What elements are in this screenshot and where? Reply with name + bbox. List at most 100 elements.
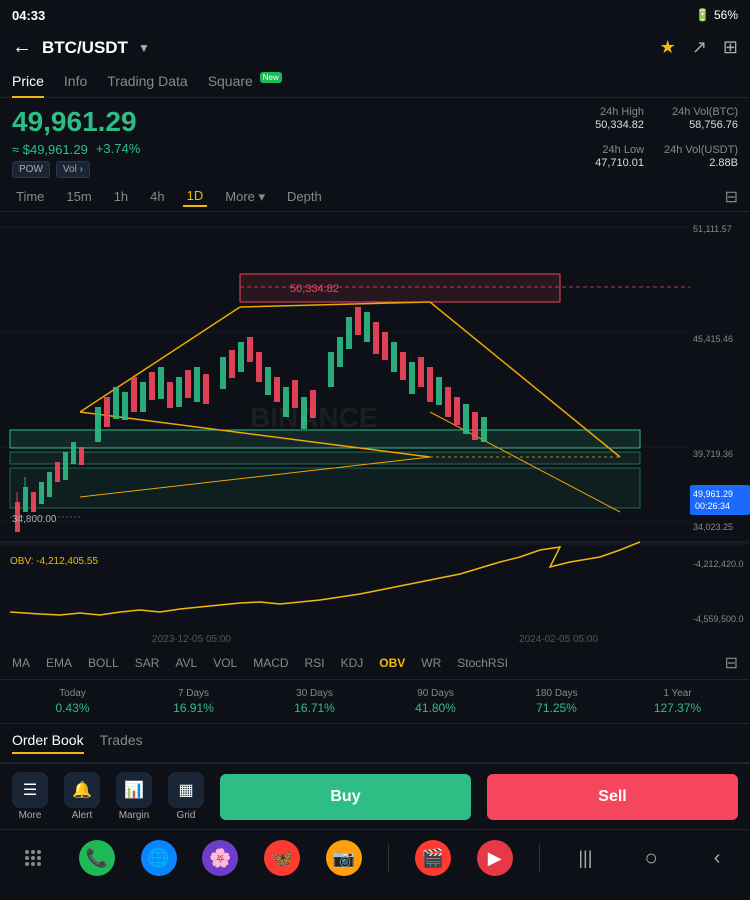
nav-divider <box>388 844 389 872</box>
grid-btn-icon: ▦ <box>168 772 204 808</box>
svg-text:-4,212,420.0: -4,212,420.0 <box>693 559 744 569</box>
tf-4h[interactable]: 4h <box>146 187 168 206</box>
svg-text:OBV: -4,212,405.55: OBV: -4,212,405.55 <box>10 556 98 567</box>
svg-text:39,719.36: 39,719.36 <box>693 449 733 459</box>
chart-svg: 50,334.82 <box>0 212 750 632</box>
share-icon[interactable]: ↗ <box>692 37 707 58</box>
tab-orderbook[interactable]: Order Book <box>12 732 84 754</box>
bottom-actions: ☰ More 🔔 Alert 📊 Margin ▦ Grid Buy Sell <box>0 763 750 829</box>
app-grid-icon[interactable] <box>13 838 53 878</box>
margin-button[interactable]: 📊 Margin <box>116 772 152 821</box>
back-button[interactable]: ← <box>12 36 32 59</box>
new-badge: New <box>260 72 282 83</box>
ind-stochrsi[interactable]: StochRSI <box>457 656 508 670</box>
app5-icon[interactable]: 📷 <box>326 840 362 876</box>
app4-icon[interactable]: 🦋 <box>264 840 300 876</box>
ind-macd[interactable]: MACD <box>253 656 288 670</box>
change-pct: +3.74% <box>96 141 140 156</box>
pow-badge[interactable]: POW <box>12 161 50 178</box>
tf-settings-icon[interactable]: ⊟ <box>725 187 738 207</box>
ind-obv[interactable]: OBV <box>379 656 405 670</box>
price-section: 49,961.29 ≈ $49,961.29 +3.74% POW Vol › … <box>0 98 750 182</box>
perf-30d: 30 Days 16.71% <box>254 688 375 715</box>
tab-square[interactable]: Square New <box>208 65 282 97</box>
alert-icon: 🔔 <box>64 772 100 808</box>
status-right: 🔋 56% <box>695 8 738 22</box>
more-button[interactable]: ☰ More <box>12 772 48 821</box>
perf-today: Today 0.43% <box>12 688 133 715</box>
pair-dropdown-icon[interactable]: ▼ <box>138 41 150 55</box>
volusdt-value: 2.88B <box>664 157 738 169</box>
ind-rsi[interactable]: RSI <box>305 656 325 670</box>
vol-badge[interactable]: Vol › <box>56 161 90 178</box>
tf-1h[interactable]: 1h <box>110 187 132 206</box>
svg-text:34,800.00: 34,800.00 <box>12 514 57 525</box>
svg-text:45,415.46: 45,415.46 <box>693 334 733 344</box>
ind-kdj[interactable]: KDJ <box>341 656 364 670</box>
high24-value: 50,334.82 <box>570 119 644 131</box>
margin-icon: 📊 <box>116 772 152 808</box>
tab-info[interactable]: Info <box>64 65 87 97</box>
ind-vol[interactable]: VOL <box>213 656 237 670</box>
ind-sar[interactable]: SAR <box>135 656 160 670</box>
header-actions: ★ ↗ ⊞ <box>660 37 738 58</box>
low24-value: 47,710.01 <box>570 157 644 169</box>
chart-area[interactable]: 50,334.82 <box>0 212 750 632</box>
app7-icon[interactable]: ▶ <box>477 840 513 876</box>
perf-180d: 180 Days 71.25% <box>496 688 617 715</box>
nav-divider2 <box>539 844 540 872</box>
svg-text:34,023.25: 34,023.25 <box>693 522 733 532</box>
x-dates: 2023-12-05 05:00 2024-02-05 05:00 <box>0 632 750 647</box>
tf-more[interactable]: More ▾ <box>221 187 269 207</box>
favorite-icon[interactable]: ★ <box>660 37 676 58</box>
tf-1d[interactable]: 1D <box>183 186 208 207</box>
recents-button[interactable]: ||| <box>565 838 605 878</box>
grid-icon[interactable]: ⊞ <box>723 37 738 58</box>
ind-avl[interactable]: AVL <box>175 656 197 670</box>
status-bar: 04:33 🔋 56% <box>0 0 750 30</box>
performance-row: Today 0.43% 7 Days 16.91% 30 Days 16.71%… <box>0 680 750 724</box>
price-left: 49,961.29 ≈ $49,961.29 +3.74% POW Vol › <box>12 106 570 178</box>
x-date-1: 2023-12-05 05:00 <box>152 634 231 645</box>
tf-time[interactable]: Time <box>12 187 48 206</box>
volusdt-label: 24h Vol(USDT) <box>664 144 738 156</box>
perf-7d: 7 Days 16.91% <box>133 688 254 715</box>
sell-button[interactable]: Sell <box>487 774 738 820</box>
tf-15m[interactable]: 15m <box>62 187 95 206</box>
ind-boll[interactable]: BOLL <box>88 656 119 670</box>
pair-title: BTC/USDT <box>42 38 128 58</box>
status-time: 04:33 <box>12 8 45 23</box>
back-nav-button[interactable]: ‹ <box>697 838 737 878</box>
order-tabs: Order Book Trades <box>0 724 750 763</box>
high24-label: 24h High <box>570 106 644 118</box>
low24-label: 24h Low <box>570 144 644 156</box>
alert-label: Alert <box>72 810 93 821</box>
usd-price: ≈ $49,961.29 <box>12 142 88 157</box>
ind-ma[interactable]: MA <box>12 656 30 670</box>
ind-ema[interactable]: EMA <box>46 656 72 670</box>
indicators-row: MA EMA BOLL SAR AVL VOL MACD RSI KDJ OBV… <box>0 647 750 680</box>
alert-button[interactable]: 🔔 Alert <box>64 772 100 821</box>
tab-price[interactable]: Price <box>12 65 44 97</box>
ind-settings-icon[interactable]: ⊟ <box>725 653 738 673</box>
main-tabs: Price Info Trading Data Square New <box>0 65 750 98</box>
svg-text:49,961.29: 49,961.29 <box>693 489 733 499</box>
svg-text:BINANCE: BINANCE <box>250 402 378 433</box>
grid-label: Grid <box>177 810 196 821</box>
tf-depth[interactable]: Depth <box>283 187 326 206</box>
buy-button[interactable]: Buy <box>220 774 471 820</box>
ind-wr[interactable]: WR <box>421 656 441 670</box>
app3-icon[interactable]: 🌸 <box>202 840 238 876</box>
svg-text:51,111.57: 51,111.57 <box>693 224 732 234</box>
phone-app-icon[interactable]: 📞 <box>79 840 115 876</box>
app6-icon[interactable]: 🎬 <box>415 840 451 876</box>
tab-trading[interactable]: Trading Data <box>107 65 187 97</box>
browser-app-icon[interactable]: 🌐 <box>141 840 177 876</box>
grid-button[interactable]: ▦ Grid <box>168 772 204 821</box>
battery-level: 56% <box>714 8 738 22</box>
tab-trades[interactable]: Trades <box>100 732 143 754</box>
main-price: 49,961.29 <box>12 106 570 138</box>
system-nav-bar: 📞 🌐 🌸 🦋 📷 🎬 ▶ ||| ○ ‹ <box>0 829 750 886</box>
home-button[interactable]: ○ <box>631 838 671 878</box>
margin-label: Margin <box>119 810 150 821</box>
